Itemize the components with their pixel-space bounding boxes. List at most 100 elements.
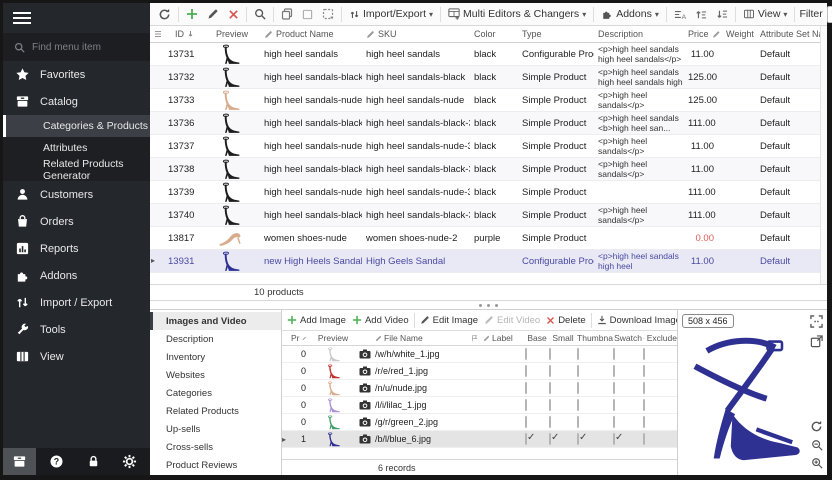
swatch-checkbox[interactable] xyxy=(613,400,643,410)
exclude-checkbox[interactable] xyxy=(643,400,677,410)
table-row[interactable]: 13737 high heel sandals-nude-36 high hee… xyxy=(150,135,827,158)
sidebar-item-attributes[interactable]: Attributes xyxy=(3,137,150,159)
sidebar-item-view[interactable]: View xyxy=(3,343,150,370)
column-header-id[interactable]: ID xyxy=(164,29,200,39)
zoom-out-button[interactable] xyxy=(810,439,823,451)
select-all-cell[interactable] xyxy=(150,30,164,38)
delete-image-button[interactable]: Delete xyxy=(543,313,588,328)
column-header-weight[interactable]: Weight xyxy=(722,29,756,39)
column-header-label[interactable]: Label xyxy=(483,333,525,343)
small-checkbox[interactable] xyxy=(549,434,577,444)
table-row[interactable]: 13740 high heel sandals-black-38 high he… xyxy=(150,204,827,227)
copy-button[interactable] xyxy=(277,6,297,22)
table-row[interactable]: 0 /r/e/red_1.jpg xyxy=(282,363,677,380)
sidebar-item-catalog[interactable]: Catalog xyxy=(3,88,150,115)
column-header-preview[interactable]: Preview xyxy=(200,29,260,39)
small-checkbox[interactable] xyxy=(549,417,577,427)
add-product-button[interactable] xyxy=(182,6,202,22)
column-header-pr[interactable]: Pr xyxy=(291,333,311,343)
rotate-image-button[interactable] xyxy=(810,420,823,433)
table-row[interactable]: 0 /l/i/lilac_1.jpg xyxy=(282,397,677,414)
tab-categories[interactable]: Categories xyxy=(150,384,281,402)
thumbnail-checkbox[interactable] xyxy=(577,417,613,427)
zoom-in-button[interactable] xyxy=(810,457,823,469)
menu-toggle-button[interactable] xyxy=(3,3,150,33)
category-filter-select[interactable]: Show products from selected categories ▾ xyxy=(827,6,832,23)
swatch-checkbox[interactable] xyxy=(613,434,643,444)
base-checkbox[interactable] xyxy=(525,349,549,359)
tab-up-sells[interactable]: Up-sells xyxy=(150,420,281,438)
settings-button[interactable] xyxy=(113,448,146,475)
add-image-button[interactable]: Add Image xyxy=(284,313,349,328)
column-header-price[interactable]: Price xyxy=(684,29,722,39)
multi-editors-menu[interactable]: Multi Editors & Changers▾ xyxy=(444,6,590,22)
sidebar-item-import-export[interactable]: Import / Export xyxy=(3,289,150,316)
exclude-checkbox[interactable] xyxy=(643,366,677,376)
column-header-thumbnail[interactable]: Thumbna xyxy=(577,333,613,343)
table-row[interactable]: 13731 high heel sandals high heel sandal… xyxy=(150,43,827,66)
sidebar-item-customers[interactable]: Customers xyxy=(3,181,150,208)
panel-splitter[interactable] xyxy=(150,301,827,309)
add-video-button[interactable]: Add Video xyxy=(349,313,412,328)
exclude-checkbox[interactable] xyxy=(643,349,677,359)
vertical-scrollbar[interactable] xyxy=(820,26,827,284)
swatch-checkbox[interactable] xyxy=(613,383,643,393)
thumbnail-checkbox[interactable] xyxy=(577,383,613,393)
swatch-checkbox[interactable] xyxy=(613,417,643,427)
search-button[interactable] xyxy=(250,6,270,22)
table-row[interactable]: 0 /n/u/nude.jpg xyxy=(282,380,677,397)
edit-product-button[interactable] xyxy=(203,6,223,22)
exclude-checkbox[interactable] xyxy=(643,383,677,393)
table-row[interactable]: 13738 high heel sandals-black-37 high he… xyxy=(150,158,827,181)
thumbnail-checkbox[interactable] xyxy=(577,434,613,444)
menu-search-input[interactable]: Find menu item xyxy=(3,33,150,61)
column-header-file-name[interactable]: File Name xyxy=(375,333,471,343)
tab-websites[interactable]: Websites xyxy=(150,366,281,384)
refresh-button[interactable] xyxy=(154,6,175,23)
table-row[interactable]: 13736 high heel sandals-black-36 high he… xyxy=(150,112,827,135)
base-checkbox[interactable] xyxy=(525,417,549,427)
tab-inventory[interactable]: Inventory xyxy=(150,348,281,366)
sidebar-item-reports[interactable]: Reports xyxy=(3,235,150,262)
catalog-mode-button[interactable] xyxy=(3,448,36,475)
column-header-description[interactable]: Description xyxy=(594,29,684,39)
column-header-sku[interactable]: SKU xyxy=(362,29,470,39)
small-checkbox[interactable] xyxy=(549,366,577,376)
thumbnail-checkbox[interactable] xyxy=(577,400,613,410)
base-checkbox[interactable] xyxy=(525,383,549,393)
column-header-small[interactable]: Small xyxy=(549,333,577,343)
tab-product-reviews[interactable]: Product Reviews xyxy=(150,456,281,474)
tab-related-products[interactable]: Related Products xyxy=(150,402,281,420)
sidebar-item-favorites[interactable]: Favorites xyxy=(3,61,150,88)
import-export-menu[interactable]: Import/Export▾ xyxy=(345,6,437,22)
column-header-name[interactable]: Product Name xyxy=(260,29,362,39)
column-header-base[interactable]: Base xyxy=(525,333,549,343)
sidebar-item-addons[interactable]: Addons xyxy=(3,262,150,289)
tab-images-and-video[interactable]: Images and Video xyxy=(150,312,281,330)
column-header-exclude[interactable]: Exclude xyxy=(643,333,677,343)
thumbnail-checkbox[interactable] xyxy=(577,349,613,359)
sidebar-item-tools[interactable]: Tools xyxy=(3,316,150,343)
tab-cross-sells[interactable]: Cross-sells xyxy=(150,438,281,456)
open-external-button[interactable] xyxy=(810,335,823,348)
tab-description[interactable]: Description xyxy=(150,330,281,348)
sidebar-item-categories-products[interactable]: Categories & Products xyxy=(3,115,150,137)
swatch-checkbox[interactable] xyxy=(613,349,643,359)
paste-button[interactable] xyxy=(298,7,317,22)
edit-image-button[interactable]: Edit Image xyxy=(417,313,481,328)
small-checkbox[interactable] xyxy=(549,349,577,359)
edit-video-button[interactable]: Edit Video xyxy=(481,313,543,328)
table-row[interactable]: 0 /w/h/white_1.jpg xyxy=(282,346,677,363)
view-menu[interactable]: View▾ xyxy=(739,6,792,22)
base-checkbox[interactable] xyxy=(525,434,549,444)
column-header-swatch[interactable]: Swatch xyxy=(613,333,643,343)
column-header-type[interactable]: Type xyxy=(518,29,594,39)
sidebar-item-orders[interactable]: Orders xyxy=(3,208,150,235)
table-row[interactable]: 0 /g/r/green_2.jpg xyxy=(282,414,677,431)
help-button[interactable]: ? xyxy=(40,448,73,475)
column-header-attribute-set[interactable]: Attribute Set Name xyxy=(756,29,827,39)
addons-menu[interactable]: Addons▾ xyxy=(597,6,663,22)
table-row[interactable]: 1 /b/l/blue_6.jpg xyxy=(282,431,677,448)
expand-all-button[interactable] xyxy=(691,7,711,22)
base-checkbox[interactable] xyxy=(525,366,549,376)
